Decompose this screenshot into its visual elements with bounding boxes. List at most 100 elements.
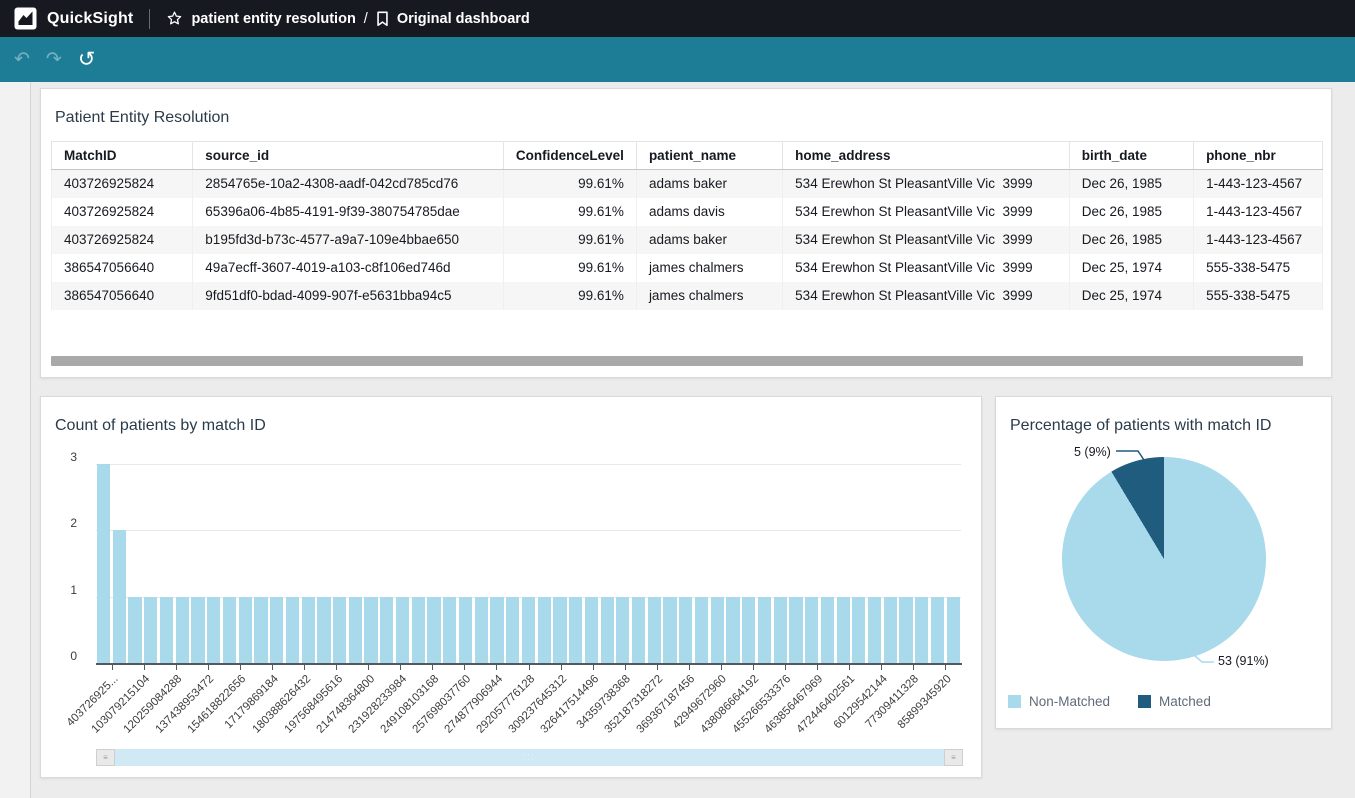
table-cell[interactable]: Dec 26, 1985: [1069, 170, 1193, 198]
table-cell[interactable]: 403726925824: [52, 198, 193, 226]
bar[interactable]: [207, 597, 220, 663]
table-cell[interactable]: 534 Erewhon St PleasantVille Vic 3999: [783, 254, 1070, 282]
table-cell[interactable]: 99.61%: [503, 282, 636, 310]
table-row[interactable]: 38654705664049a7ecff-3607-4019-a103-c8f1…: [52, 254, 1323, 282]
favorite-star-icon[interactable]: [166, 10, 183, 27]
bar[interactable]: [270, 597, 283, 663]
table-horizontal-scrollbar[interactable]: [51, 356, 1303, 366]
bar[interactable]: [459, 597, 472, 663]
table-cell[interactable]: 1-443-123-4567: [1194, 170, 1323, 198]
bar[interactable]: [695, 597, 708, 663]
bar[interactable]: [569, 597, 582, 663]
column-header-birth_date[interactable]: birth_date: [1069, 142, 1193, 170]
table-cell[interactable]: 534 Erewhon St PleasantVille Vic 3999: [783, 198, 1070, 226]
table-row[interactable]: 403726925824b195fd3d-b73c-4577-a9a7-109e…: [52, 226, 1323, 254]
bar[interactable]: [616, 597, 629, 663]
bar[interactable]: [128, 597, 141, 663]
quicksight-home-link[interactable]: QuickSight: [14, 7, 133, 30]
bar[interactable]: [380, 597, 393, 663]
bar[interactable]: [774, 597, 787, 663]
bar[interactable]: [553, 597, 566, 663]
column-header-source_id[interactable]: source_id: [193, 142, 504, 170]
column-header-patient_name[interactable]: patient_name: [636, 142, 782, 170]
column-header-home_address[interactable]: home_address: [783, 142, 1070, 170]
bar[interactable]: [223, 597, 236, 663]
table-cell[interactable]: 99.61%: [503, 198, 636, 226]
table-cell[interactable]: 534 Erewhon St PleasantVille Vic 3999: [783, 170, 1070, 198]
breadcrumb-analysis-name[interactable]: patient entity resolution: [191, 11, 355, 27]
bar[interactable]: [868, 597, 881, 663]
bar[interactable]: [475, 597, 488, 663]
bar[interactable]: [789, 597, 802, 663]
bar[interactable]: [915, 597, 928, 663]
bar[interactable]: [239, 597, 252, 663]
column-header-confidencelevel[interactable]: ConfidenceLevel: [503, 142, 636, 170]
column-header-phone_nbr[interactable]: phone_nbr: [1194, 142, 1323, 170]
table-cell[interactable]: b195fd3d-b73c-4577-a9a7-109e4bbae650: [193, 226, 504, 254]
bar[interactable]: [144, 597, 157, 663]
undo-icon[interactable]: ↶: [14, 50, 30, 69]
table-cell[interactable]: Dec 26, 1985: [1069, 226, 1193, 254]
table-row[interactable]: 4037269258242854765e-10a2-4308-aadf-042c…: [52, 170, 1323, 198]
bar[interactable]: [113, 530, 126, 663]
bar[interactable]: [947, 597, 960, 663]
bar[interactable]: [396, 597, 409, 663]
bar[interactable]: [176, 597, 189, 663]
table-cell[interactable]: adams davis: [636, 198, 782, 226]
bar[interactable]: [585, 597, 598, 663]
table-cell[interactable]: 65396a06-4b85-4191-9f39-380754785dae: [193, 198, 504, 226]
table-cell[interactable]: 403726925824: [52, 226, 193, 254]
table-cell[interactable]: 555-338-5475: [1194, 282, 1323, 310]
bar[interactable]: [679, 597, 692, 663]
table-cell[interactable]: Dec 26, 1985: [1069, 198, 1193, 226]
table-cell[interactable]: 1-443-123-4567: [1194, 226, 1323, 254]
bar[interactable]: [663, 597, 676, 663]
bar[interactable]: [821, 597, 834, 663]
bar[interactable]: [538, 597, 551, 663]
bar[interactable]: [711, 597, 724, 663]
bar[interactable]: [601, 597, 614, 663]
table-row[interactable]: 3865470566409fd51df0-bdad-4099-907f-e563…: [52, 282, 1323, 310]
zoom-handle-left[interactable]: ≡: [96, 749, 115, 766]
bar[interactable]: [286, 597, 299, 663]
bar[interactable]: [742, 597, 755, 663]
pie-chart[interactable]: [1062, 457, 1266, 661]
table-cell[interactable]: Dec 25, 1974: [1069, 282, 1193, 310]
table-cell[interactable]: 555-338-5475: [1194, 254, 1323, 282]
bar[interactable]: [852, 597, 865, 663]
bar[interactable]: [412, 597, 425, 663]
chart-zoom-scrollbar[interactable]: ≡ ······ ≡: [96, 749, 963, 766]
table-cell[interactable]: 49a7ecff-3607-4019-a103-c8f106ed746d: [193, 254, 504, 282]
table-cell[interactable]: 534 Erewhon St PleasantVille Vic 3999: [783, 226, 1070, 254]
table-cell[interactable]: james chalmers: [636, 254, 782, 282]
table-cell[interactable]: 9fd51df0-bdad-4099-907f-e5631bba94c5: [193, 282, 504, 310]
table-cell[interactable]: 99.61%: [503, 254, 636, 282]
bar[interactable]: [254, 597, 267, 663]
column-header-matchid[interactable]: MatchID: [52, 142, 193, 170]
bar[interactable]: [333, 597, 346, 663]
table-cell[interactable]: 403726925824: [52, 170, 193, 198]
bar[interactable]: [758, 597, 771, 663]
bar[interactable]: [364, 597, 377, 663]
zoom-handle-right[interactable]: ≡: [944, 749, 963, 766]
bar[interactable]: [317, 597, 330, 663]
bar[interactable]: [443, 597, 456, 663]
bar[interactable]: [506, 597, 519, 663]
bar[interactable]: [884, 597, 897, 663]
table-row[interactable]: 40372692582465396a06-4b85-4191-9f39-3807…: [52, 198, 1323, 226]
table-cell[interactable]: 99.61%: [503, 170, 636, 198]
table-cell[interactable]: 386547056640: [52, 254, 193, 282]
bar[interactable]: [805, 597, 818, 663]
table-cell[interactable]: Dec 25, 1974: [1069, 254, 1193, 282]
bar[interactable]: [490, 597, 503, 663]
bar[interactable]: [191, 597, 204, 663]
reset-icon[interactable]: ↺: [78, 49, 96, 70]
legend-item-matched[interactable]: Matched: [1138, 694, 1211, 709]
bar[interactable]: [97, 464, 110, 663]
table-scrollbar-thumb[interactable]: [51, 356, 1303, 366]
redo-icon[interactable]: ↷: [46, 50, 62, 69]
bar[interactable]: [522, 597, 535, 663]
table-cell[interactable]: 534 Erewhon St PleasantVille Vic 3999: [783, 282, 1070, 310]
bar[interactable]: [302, 597, 315, 663]
table-cell[interactable]: 99.61%: [503, 226, 636, 254]
